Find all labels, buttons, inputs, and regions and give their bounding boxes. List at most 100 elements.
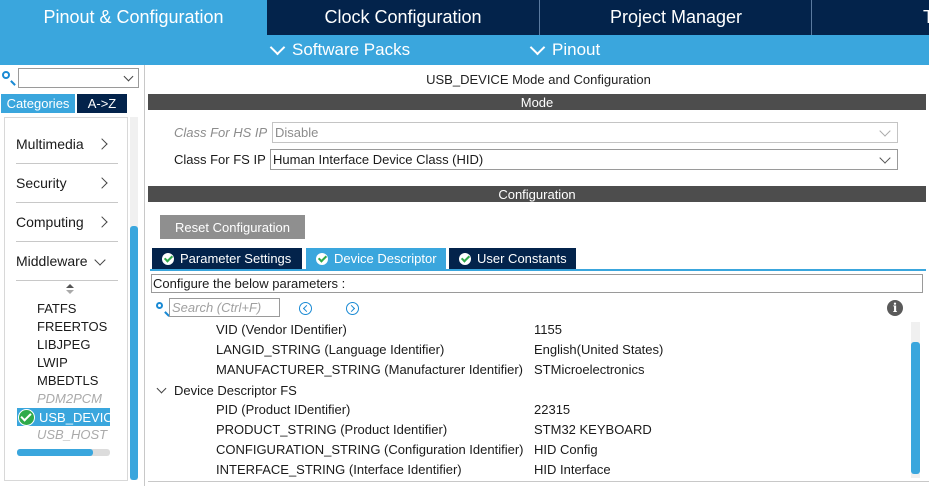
param-name: PRODUCT_STRING (Product Identifier) bbox=[216, 422, 448, 437]
horizontal-scrollbar-thumb[interactable] bbox=[17, 449, 93, 456]
reset-configuration-button[interactable]: Reset Configuration bbox=[160, 215, 305, 239]
sub-menu-bar: Software Packs Pinout bbox=[0, 35, 929, 65]
pinout-label: Pinout bbox=[552, 40, 601, 59]
hs-ip-select[interactable]: Disable bbox=[272, 122, 898, 143]
top-tab-bar: Pinout & Configuration Clock Configurati… bbox=[0, 0, 929, 35]
chevron-right-icon bbox=[96, 138, 108, 150]
check-circle-icon bbox=[18, 408, 35, 426]
category-multimedia[interactable]: Multimedia bbox=[16, 125, 118, 164]
next-result-icon[interactable] bbox=[346, 302, 359, 315]
param-value: 22315 bbox=[534, 402, 571, 417]
mode-header: Mode bbox=[148, 94, 926, 110]
middleware-item-freertos[interactable]: FREERTOS bbox=[37, 318, 107, 336]
category-computing[interactable]: Computing bbox=[16, 203, 118, 242]
middleware-item-fatfs[interactable]: FATFS bbox=[37, 300, 76, 318]
chevron-down-icon bbox=[123, 71, 134, 82]
previous-result-icon[interactable] bbox=[299, 302, 312, 315]
param-value: STM32 KEYBOARD bbox=[534, 422, 652, 437]
chevron-down-icon bbox=[529, 39, 546, 56]
categories-label: Categories bbox=[6, 96, 70, 111]
fs-ip-label: Class For FS IP bbox=[174, 152, 266, 167]
parameter-search-input[interactable]: Search (Ctrl+F) bbox=[169, 298, 280, 317]
chevron-down-icon bbox=[156, 383, 167, 393]
tab-label: Device Descriptor bbox=[334, 251, 437, 266]
category-security[interactable]: Security bbox=[16, 164, 118, 203]
tab-user-constants[interactable]: User Constants bbox=[449, 248, 576, 269]
sort-up-icon bbox=[66, 284, 74, 288]
tab-pinout-configuration[interactable]: Pinout & Configuration bbox=[0, 0, 267, 35]
info-icon[interactable]: i bbox=[887, 300, 903, 316]
param-name: MANUFACTURER_STRING (Manufacturer Identi… bbox=[216, 362, 524, 377]
chevron-down-icon bbox=[879, 152, 891, 164]
check-circle-icon bbox=[162, 252, 174, 265]
tab-underline bbox=[150, 269, 926, 271]
tab-label: Pinout & Configuration bbox=[43, 7, 224, 27]
middleware-item-libjpeg[interactable]: LIBJPEG bbox=[37, 336, 90, 354]
chevron-down-icon bbox=[94, 254, 106, 266]
search-icon bbox=[2, 71, 10, 79]
fs-ip-select[interactable]: Human Interface Device Class (HID) bbox=[270, 149, 898, 170]
tab-label: Parameter Settings bbox=[180, 251, 292, 266]
tab-device-descriptor[interactable]: Device Descriptor bbox=[306, 248, 446, 269]
az-label: A->Z bbox=[87, 96, 117, 111]
category-label: Computing bbox=[16, 214, 84, 230]
table-row[interactable]: INTERFACE_STRING (Interface Identifier) … bbox=[150, 460, 910, 480]
hs-ip-value: Disable bbox=[275, 125, 319, 140]
category-search-input[interactable] bbox=[18, 68, 139, 88]
table-row[interactable]: MANUFACTURER_STRING (Manufacturer Identi… bbox=[150, 360, 910, 380]
table-row[interactable]: PID (Product IDentifier) 22315 bbox=[150, 400, 910, 420]
group-label: Device Descriptor FS bbox=[174, 382, 297, 398]
az-button[interactable]: A->Z bbox=[77, 94, 127, 113]
param-value: HID Config bbox=[534, 442, 598, 457]
fs-ip-value: Human Interface Device Class (HID) bbox=[273, 152, 484, 167]
parameter-scrollbar-thumb[interactable] bbox=[911, 342, 920, 474]
chevron-down-icon bbox=[879, 125, 891, 137]
middleware-item-mbedtls[interactable]: MBEDTLS bbox=[37, 372, 98, 390]
tab-label: Project Manager bbox=[609, 7, 743, 27]
device-descriptor-fs-group[interactable]: Device Descriptor FS bbox=[156, 380, 297, 400]
tab-label: T bbox=[923, 7, 929, 27]
tab-label: Clock Configuration bbox=[324, 7, 482, 27]
tab-label: User Constants bbox=[477, 251, 567, 266]
check-circle-icon bbox=[459, 252, 471, 265]
param-value: 1155 bbox=[534, 322, 562, 337]
param-value: HID Interface bbox=[534, 462, 611, 477]
middleware-item-lwip[interactable]: LWIP bbox=[37, 354, 68, 372]
middleware-item-usb-host[interactable]: USB_HOST bbox=[37, 426, 107, 444]
categories-button[interactable]: Categories bbox=[1, 94, 75, 113]
tab-clock-configuration[interactable]: Clock Configuration bbox=[267, 0, 539, 35]
category-middleware[interactable]: Middleware bbox=[16, 242, 118, 281]
param-name: INTERFACE_STRING (Interface Identifier) bbox=[216, 462, 462, 477]
page-title: USB_DEVICE Mode and Configuration bbox=[426, 71, 651, 87]
middleware-item-usb-device[interactable]: USB_DEVICE bbox=[17, 408, 110, 426]
hs-ip-label: Class For HS IP bbox=[174, 125, 268, 140]
middleware-item-pdm2pcm[interactable]: PDM2PCM bbox=[37, 390, 102, 408]
table-row[interactable]: LANGID_STRING (Language Identifier) Engl… bbox=[150, 340, 910, 360]
chevron-down-icon bbox=[269, 39, 286, 56]
param-name: VID (Vendor IDentifier) bbox=[216, 322, 347, 337]
left-scrollbar-thumb[interactable] bbox=[130, 226, 138, 480]
pinout-menu[interactable]: Pinout bbox=[529, 35, 601, 65]
divider bbox=[148, 481, 929, 482]
search-icon bbox=[156, 302, 163, 309]
check-circle-icon bbox=[316, 252, 328, 265]
category-label: Multimedia bbox=[16, 136, 84, 152]
tab-project-manager[interactable]: Project Manager bbox=[539, 0, 812, 35]
category-label: Middleware bbox=[16, 253, 88, 269]
tab-tools[interactable]: T bbox=[811, 0, 929, 35]
configuration-header: Configuration bbox=[148, 186, 926, 202]
configure-instructions: Configure the below parameters : bbox=[151, 274, 923, 293]
selected-item-label: USB_DEVICE bbox=[39, 409, 110, 425]
software-packs-menu[interactable]: Software Packs bbox=[269, 35, 410, 65]
table-row[interactable]: CONFIGURATION_STRING (Configuration Iden… bbox=[150, 440, 910, 460]
category-label: Security bbox=[16, 175, 67, 191]
param-name: CONFIGURATION_STRING (Configuration Iden… bbox=[216, 442, 524, 457]
chevron-right-icon bbox=[96, 216, 108, 228]
sort-down-icon bbox=[66, 290, 74, 294]
table-row[interactable]: VID (Vendor IDentifier) 1155 bbox=[150, 320, 910, 340]
param-value: STMicroelectronics bbox=[534, 362, 645, 377]
param-value: English(United States) bbox=[534, 342, 664, 357]
tab-parameter-settings[interactable]: Parameter Settings bbox=[152, 248, 302, 269]
param-name: LANGID_STRING (Language Identifier) bbox=[216, 342, 445, 357]
table-row[interactable]: PRODUCT_STRING (Product Identifier) STM3… bbox=[150, 420, 910, 440]
